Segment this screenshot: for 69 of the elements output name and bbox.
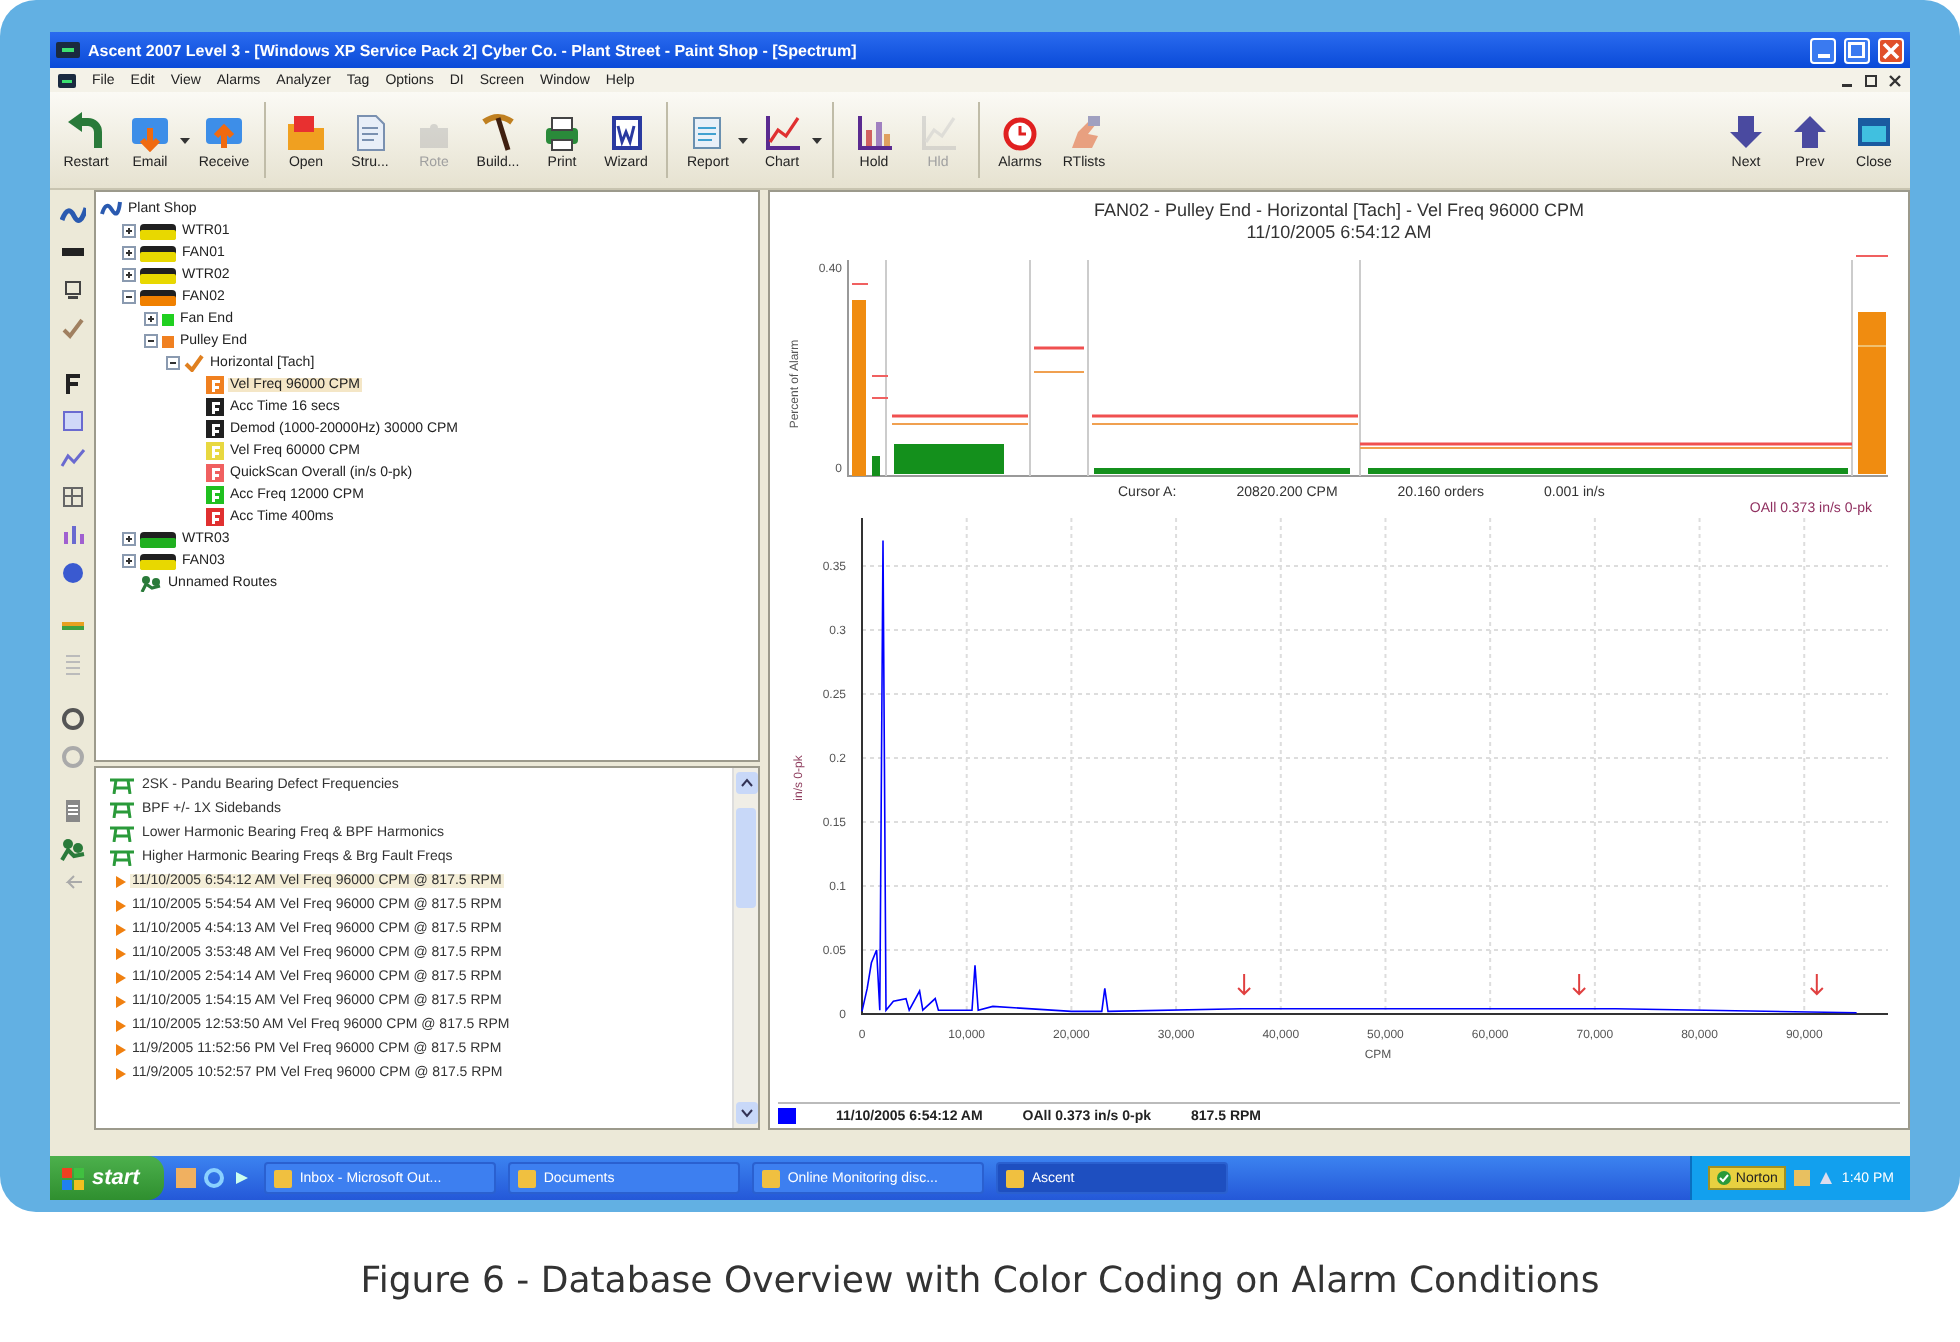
caret-icon[interactable] xyxy=(738,137,748,143)
minimize-icon xyxy=(1817,54,1829,58)
line-chart-icon xyxy=(762,111,802,151)
down-arrow-icon xyxy=(1572,973,1587,996)
fault-set-icon xyxy=(108,825,136,841)
app-icon xyxy=(56,42,80,58)
bar-chart-icon[interactable] xyxy=(59,522,85,548)
window-icon xyxy=(1005,1169,1024,1187)
caret-icon[interactable] xyxy=(180,137,190,143)
people-icon xyxy=(140,574,162,592)
down-arrow-icon xyxy=(1809,973,1824,996)
collapse-icon[interactable] xyxy=(144,334,158,348)
people-icon[interactable] xyxy=(59,836,85,862)
folder-icon xyxy=(286,111,326,151)
restore-icon[interactable] xyxy=(1864,73,1878,87)
checkmark-icon[interactable] xyxy=(59,316,85,342)
collapse-icon[interactable] xyxy=(166,356,180,370)
printer-icon xyxy=(542,111,582,151)
grid-icon[interactable] xyxy=(59,408,85,434)
up-arrow-icon xyxy=(1790,111,1830,151)
maximize-button[interactable] xyxy=(1844,37,1870,63)
expand-icon[interactable] xyxy=(144,312,158,326)
window-title: Ascent 2007 Level 3 - [Windows XP Service Pack 2] Cyber Co. - Plant Street - Paint Shop - [Spectrum] xyxy=(88,41,859,59)
chart-title: FAN02 - Pulley End - Horizontal [Tach] - Vel Freq 96000 CPM xyxy=(1091,200,1587,222)
play-icon[interactable] xyxy=(231,1168,252,1188)
window-icon xyxy=(761,1169,780,1187)
gear-icon[interactable] xyxy=(59,706,85,732)
bar-chart-icon xyxy=(854,111,894,151)
close-icon[interactable] xyxy=(1888,73,1902,87)
wave-icon xyxy=(100,200,122,218)
line-chart-icon xyxy=(918,111,958,151)
maximize-icon xyxy=(1848,41,1866,59)
checkmark-icon xyxy=(1715,1170,1732,1186)
expand-icon[interactable] xyxy=(122,554,136,568)
chart-date: 11/10/2005 6:54:12 AM xyxy=(1244,222,1434,244)
collapse-icon[interactable] xyxy=(122,290,136,304)
window-icon xyxy=(517,1169,536,1187)
scroll-down-icon[interactable] xyxy=(735,1102,757,1124)
circle-icon[interactable] xyxy=(203,1168,224,1188)
figure-caption: Figure 6 - Database Overview with Color Coding on Alarm Conditions xyxy=(358,1258,1602,1302)
wave-icon[interactable] xyxy=(59,202,85,228)
scroll-thumb[interactable] xyxy=(736,808,756,908)
expand-icon[interactable] xyxy=(122,246,136,260)
fault-set-icon xyxy=(108,849,136,865)
curved-arrow-icon xyxy=(66,111,106,151)
expand-icon[interactable] xyxy=(122,532,136,546)
document-icon xyxy=(606,111,646,151)
fault-set-icon xyxy=(108,801,136,817)
checkmark-icon xyxy=(184,354,204,372)
windows-logo-icon xyxy=(62,1167,84,1189)
table-icon[interactable] xyxy=(59,484,85,510)
fault-set-icon xyxy=(108,777,136,793)
monitor-icon[interactable] xyxy=(59,278,85,304)
globe-icon[interactable] xyxy=(59,560,85,586)
close-icon xyxy=(1882,41,1900,59)
expand-icon[interactable] xyxy=(122,224,136,238)
down-arrow-icon xyxy=(1237,973,1252,996)
square-icon[interactable] xyxy=(175,1168,196,1188)
scrollbar[interactable] xyxy=(732,768,758,1128)
caret-icon[interactable] xyxy=(812,137,822,143)
scroll-up-icon[interactable] xyxy=(735,772,757,794)
close-button[interactable] xyxy=(1878,37,1904,63)
pickaxe-icon xyxy=(478,111,518,151)
minimize-button[interactable] xyxy=(1810,37,1836,63)
line-chart-icon[interactable] xyxy=(59,446,85,472)
expand-icon[interactable] xyxy=(122,268,136,282)
down-arrow-icon xyxy=(1726,111,1766,151)
window-icon xyxy=(273,1169,292,1187)
app-icon xyxy=(58,73,76,87)
